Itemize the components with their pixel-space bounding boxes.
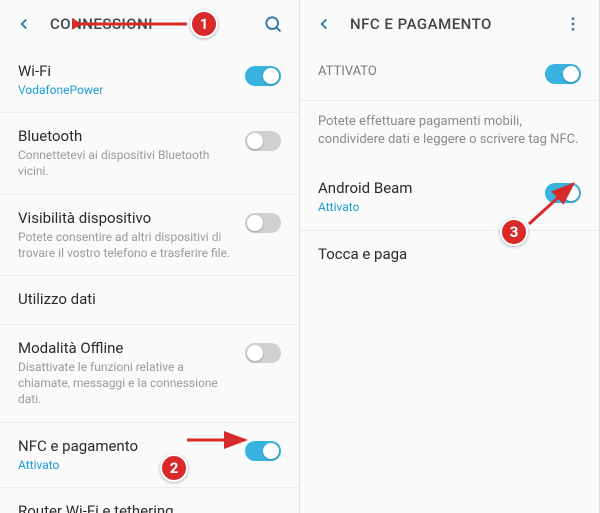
row-title: Bluetooth — [18, 127, 235, 145]
row-offline-mode[interactable]: Modalità Offline Disattivate le funzioni… — [0, 325, 299, 423]
toggle-wifi[interactable] — [245, 66, 281, 86]
panel-nfc: NFC E PAGAMENTO ATTIVATO Potete effettua… — [300, 0, 600, 513]
toggle-bluetooth[interactable] — [245, 131, 281, 151]
row-sub: Attivato — [318, 199, 535, 215]
annotation-badge-1: 1 — [190, 10, 218, 38]
annotation-arrow-1 — [72, 14, 192, 34]
master-label: ATTIVATO — [318, 64, 535, 79]
nfc-description: Potete effettuare pagamenti mobili, cond… — [300, 101, 599, 165]
back-icon[interactable] — [12, 12, 36, 36]
row-title: Modalità Offline — [18, 339, 235, 357]
row-tap-and-pay[interactable]: Tocca e paga — [300, 231, 599, 279]
row-title: Tocca e paga — [318, 245, 571, 263]
toggle-visibility[interactable] — [245, 213, 281, 233]
annotation-badge-2: 2 — [160, 454, 188, 482]
row-tethering[interactable]: Router Wi-Fi e tethering — [0, 488, 299, 513]
row-sub: Attivato — [18, 457, 235, 473]
row-bluetooth[interactable]: Bluetooth Connettetevi ai dispositivi Bl… — [0, 113, 299, 194]
row-nfc-master[interactable]: ATTIVATO — [300, 48, 599, 101]
row-title: Router Wi-Fi e tethering — [18, 502, 271, 513]
row-title: Utilizzo dati — [18, 290, 271, 308]
row-sub: VodafonePower — [18, 82, 235, 98]
row-sub: Disattivate le funzioni relative a chiam… — [18, 359, 235, 408]
row-sub: Potete consentire ad altri dispositivi d… — [18, 229, 235, 261]
annotation-arrow-2 — [185, 430, 255, 450]
search-icon[interactable] — [259, 10, 287, 38]
row-data-usage[interactable]: Utilizzo dati — [0, 276, 299, 325]
row-title: Android Beam — [318, 179, 535, 197]
row-sub: Connettetevi ai dispositivi Bluetooth vi… — [18, 147, 235, 179]
page-title-right: NFC E PAGAMENTO — [350, 15, 559, 33]
annotation-badge-3: 3 — [500, 218, 528, 246]
annotation-arrow-3 — [525, 178, 581, 228]
more-icon[interactable] — [559, 10, 587, 38]
toggle-offline[interactable] — [245, 343, 281, 363]
row-wifi[interactable]: Wi-Fi VodafonePower — [0, 48, 299, 113]
back-icon[interactable] — [312, 12, 336, 36]
row-title: Visibilità dispositivo — [18, 209, 235, 227]
panel-connections: CONNESSIONI Wi-Fi VodafonePower Bluetoot… — [0, 0, 300, 513]
toggle-nfc-master[interactable] — [545, 64, 581, 84]
header-right: NFC E PAGAMENTO — [300, 0, 599, 48]
row-device-visibility[interactable]: Visibilità dispositivo Potete consentire… — [0, 195, 299, 276]
row-title: Wi-Fi — [18, 62, 235, 80]
